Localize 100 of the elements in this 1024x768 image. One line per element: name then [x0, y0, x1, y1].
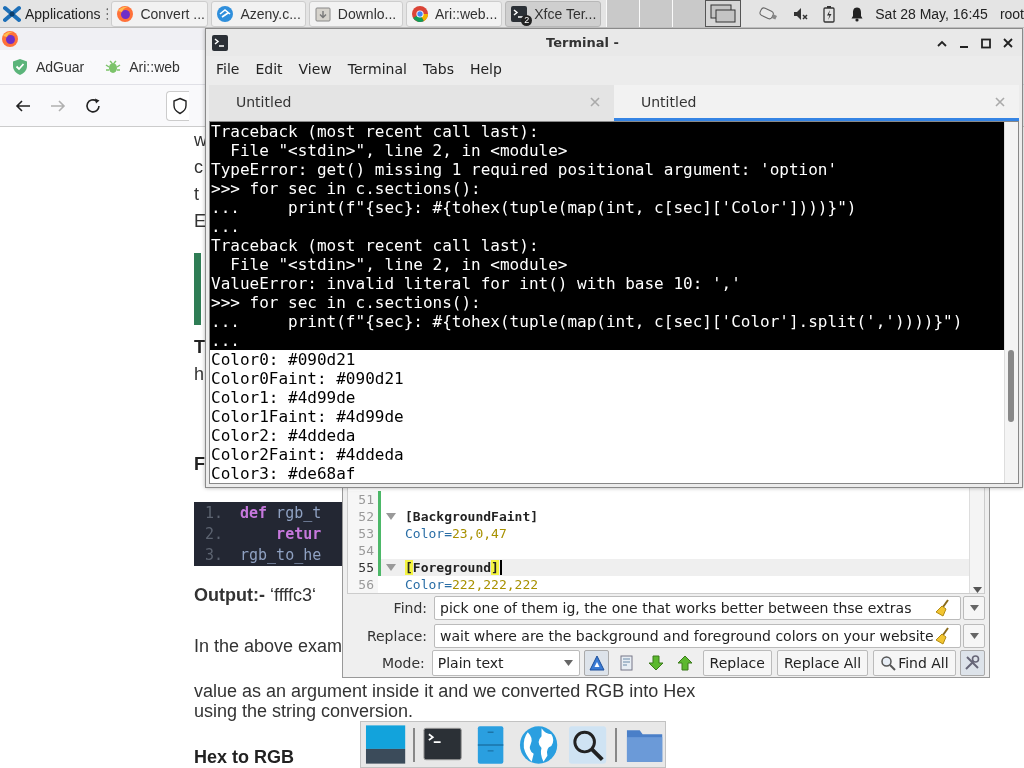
user-name[interactable]: root: [999, 5, 1024, 22]
menu-item[interactable]: File: [208, 60, 248, 77]
code-line: Color=23,0,47: [405, 526, 507, 541]
maximize-icon[interactable]: [980, 36, 992, 49]
globe-icon[interactable]: [518, 723, 560, 766]
dropdown-button[interactable]: [963, 623, 985, 648]
firefox-icon: [116, 4, 135, 23]
action-button[interactable]: Find All: [873, 650, 956, 677]
fold-triangle-icon[interactable]: [386, 513, 396, 520]
terminal-icon: [211, 33, 229, 52]
address-bar[interactable]: [166, 90, 189, 121]
paragraph-text: value as an argument inside it and we converted RGB into Hex: [194, 681, 696, 701]
paragraph-text: t: [194, 183, 199, 206]
menu-item[interactable]: Edit: [247, 60, 291, 77]
line-number: 56: [348, 576, 378, 593]
window-title: Terminal -: [545, 35, 620, 50]
battery-icon[interactable]: [823, 4, 836, 23]
menu-item[interactable]: Help: [461, 60, 510, 77]
reload-icon[interactable]: [84, 96, 102, 115]
tab-label: Untitled: [641, 93, 697, 110]
taskbar-button[interactable]: Convert ...: [111, 0, 209, 27]
output-text: Output:- ‘ffffc3‘: [194, 584, 316, 607]
line-number: 51: [348, 491, 378, 508]
firefox-icon[interactable]: [1, 30, 19, 48]
paragraph-text: using the string conversion.: [194, 701, 414, 721]
code-line: retur: [275, 524, 322, 545]
workspace-button[interactable]: [705, 0, 742, 27]
menu-item[interactable]: View: [290, 60, 340, 77]
menu-item[interactable]: Terminal: [339, 60, 415, 77]
tab[interactable]: Untitled: [209, 85, 614, 121]
mode-dropdown[interactable]: Plain text: [431, 650, 581, 677]
line-number: 2.: [203, 524, 224, 545]
document-icon: [617, 654, 636, 673]
scroll-down-arrow-icon[interactable]: [972, 587, 982, 593]
tab-label: Untitled: [236, 93, 292, 110]
taskbar-button[interactable]: Downlo...: [308, 0, 404, 27]
caret-down-icon: [969, 604, 979, 611]
scrollbar-thumb[interactable]: [1008, 350, 1014, 422]
menu-item[interactable]: Tabs: [414, 60, 462, 77]
callout-bar: [194, 253, 201, 325]
paragraph-text: h: [194, 363, 204, 386]
scrollbar[interactable]: [1004, 122, 1018, 483]
applications-menu-button[interactable]: Applications: [0, 0, 103, 28]
broom-icon[interactable]: [934, 626, 952, 645]
line-number: 1.: [203, 503, 224, 524]
chrome-icon: [411, 4, 430, 23]
tab[interactable]: Untitled: [614, 85, 1019, 121]
line-number: 3.: [203, 545, 224, 566]
code-line: rgb_to_he: [240, 545, 322, 566]
section-header: [Foreground]: [405, 560, 499, 575]
line-number: 54: [348, 542, 378, 559]
field-label: Mode:: [380, 655, 426, 672]
show-desktop-icon[interactable]: [365, 723, 407, 766]
caret-down-icon: [969, 632, 979, 639]
caret-down-icon: [564, 660, 574, 667]
globe-icon: [216, 4, 235, 23]
paragraph-text: c: [194, 156, 203, 179]
text-cursor: [499, 560, 502, 575]
section-header: [BackgroundFaint]: [405, 509, 539, 524]
badge: 2: [521, 14, 533, 26]
action-button[interactable]: Replace All: [776, 650, 869, 677]
code-line: def rgb_t: [240, 503, 322, 524]
search-icon: [880, 655, 897, 672]
tools-button[interactable]: [959, 650, 985, 677]
scrollbar[interactable]: [969, 488, 984, 593]
usb-drive-icon[interactable]: [757, 4, 780, 23]
find-field[interactable]: pick one of them ig, the one that works better between thse extras: [434, 595, 961, 620]
window-outline-icon: [710, 4, 737, 23]
bug-icon: [104, 58, 123, 76]
shield-outline-icon: [172, 96, 188, 115]
line-number: 53: [348, 525, 378, 542]
heading: F: [194, 453, 205, 476]
grip-icon: [105, 6, 109, 21]
match-case-button[interactable]: [584, 650, 610, 677]
folder-download-icon: [313, 4, 332, 23]
triangle-icon: [587, 654, 606, 673]
bookmark[interactable]: AdGuar: [11, 58, 85, 76]
line-number: 52: [348, 508, 378, 525]
xfce-logo-icon: [3, 4, 21, 23]
close-icon[interactable]: [1002, 36, 1014, 49]
shield-icon: [11, 58, 29, 76]
bookmark[interactable]: Ari::web: [104, 58, 180, 76]
terminal-icon: [510, 4, 529, 23]
taskbar-button[interactable]: Azeny.c...: [211, 0, 306, 27]
taskbar-button[interactable]: Ari::web...: [406, 0, 503, 27]
arrow-down-icon: [646, 654, 665, 673]
code-line: Color=222,222,222: [405, 577, 539, 592]
paragraph-text: E: [194, 210, 206, 233]
broom-icon[interactable]: [934, 598, 952, 617]
paragraph-text: T: [194, 336, 205, 359]
dropdown-button[interactable]: [963, 595, 985, 620]
line-number: 55: [348, 559, 378, 576]
clock[interactable]: Sat 28 May, 16:45: [875, 5, 988, 22]
action-button[interactable]: Replace: [702, 650, 772, 677]
arrow-up-icon: [675, 654, 694, 673]
paragraph-text: In the above exam: [194, 635, 343, 658]
taskbar-button[interactable]: 2 Xfce Ter...: [505, 0, 602, 27]
field-label: Find:: [392, 599, 428, 616]
replace-field[interactable]: wait where are the background and foreground colors on your website: [434, 623, 961, 648]
search-icon[interactable]: [566, 723, 608, 766]
